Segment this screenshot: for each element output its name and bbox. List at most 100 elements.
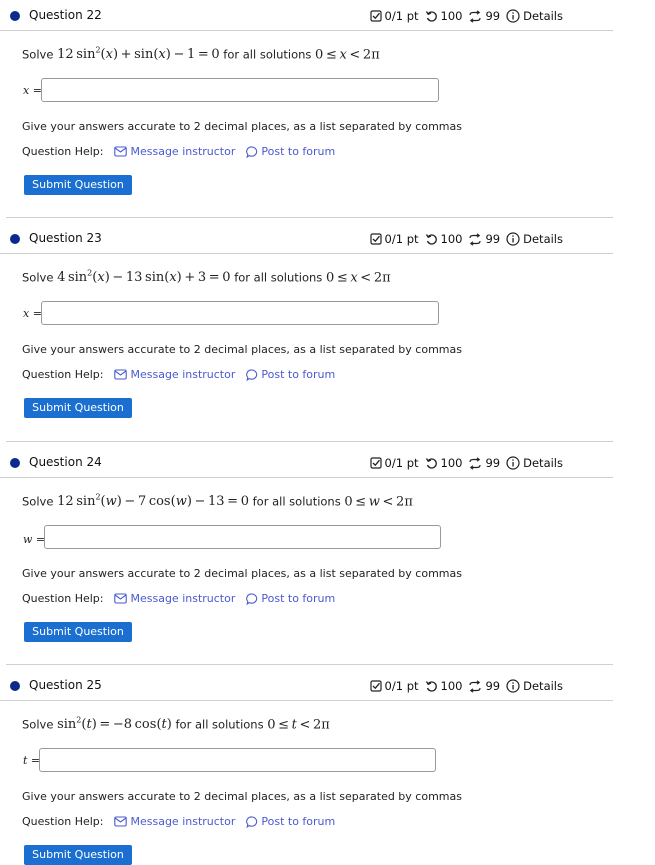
answer-label: x = — [23, 84, 42, 97]
question-status-dot — [10, 234, 20, 244]
question-status-dot — [10, 11, 20, 21]
message-instructor-link[interactable]: Message instructor — [114, 145, 235, 158]
problem-statement: Solve 12 sin2(w) − 7 cos(w) − 13 = 0 for… — [22, 493, 413, 509]
retries-indicator: 99 — [468, 232, 500, 246]
question-status-dot — [10, 458, 20, 468]
equation: 12 sin2(x) + sin(x) − 1 = 0 — [57, 46, 220, 63]
mail-icon — [114, 816, 128, 827]
chat-bubble-icon — [246, 815, 258, 828]
retries-text: 99 — [485, 679, 501, 693]
points-indicator: 0/1 pt — [369, 456, 419, 470]
checkbox-icon — [369, 10, 382, 22]
checkbox-icon — [369, 457, 382, 469]
info-icon — [506, 9, 520, 23]
post-to-forum-link[interactable]: Post to forum — [246, 592, 335, 605]
instructions: Give your answers accurate to 2 decimal … — [22, 790, 462, 803]
question-title: Question 25 — [29, 678, 102, 692]
checkbox-icon — [369, 233, 382, 245]
solution-range: 0 ≤ x < 2π — [315, 47, 380, 63]
help-label: Question Help: — [22, 368, 104, 381]
retries-text: 99 — [485, 456, 501, 470]
retry-icon — [469, 679, 482, 693]
equation: sin2(t) = −8 cos(t) — [57, 716, 172, 733]
submit-question-button[interactable]: Submit Question — [24, 175, 132, 195]
undo-icon — [425, 10, 437, 22]
details-text[interactable]: Details — [523, 679, 563, 693]
answer-label: x = — [23, 307, 42, 320]
help-label: Question Help: — [22, 592, 104, 605]
details-text[interactable]: Details — [523, 9, 563, 23]
retry-icon — [469, 232, 482, 246]
answer-input[interactable] — [41, 301, 439, 325]
problem-suffix: for all solutions — [252, 494, 341, 509]
mail-icon — [114, 146, 128, 157]
problem-statement: Solve sin2(t) = −8 cos(t) for all soluti… — [22, 716, 330, 732]
question-header: Question 23 0/1 pt 100 99 Details — [0, 225, 613, 254]
post-to-forum-link[interactable]: Post to forum — [246, 145, 335, 158]
message-instructor-link[interactable]: Message instructor — [114, 368, 235, 381]
details-link[interactable]: Details — [506, 679, 563, 693]
answer-input[interactable] — [41, 78, 439, 102]
message-instructor-link[interactable]: Message instructor — [114, 592, 235, 605]
answer-label: t = — [23, 754, 41, 767]
instructions: Give your answers accurate to 2 decimal … — [22, 120, 462, 133]
problem-prefix: Solve — [22, 717, 54, 732]
retry-icon — [469, 9, 482, 23]
post-to-forum-link[interactable]: Post to forum — [246, 815, 335, 828]
mail-icon — [114, 369, 128, 380]
question-header: Question 24 0/1 pt 100 99 Details — [0, 449, 613, 478]
details-text[interactable]: Details — [523, 232, 563, 246]
message-instructor-link[interactable]: Message instructor — [114, 815, 235, 828]
points-indicator: 0/1 pt — [369, 679, 419, 693]
attempts-indicator: 100 — [425, 232, 463, 246]
points-text: 0/1 pt — [384, 456, 419, 470]
details-link[interactable]: Details — [506, 456, 563, 470]
instructions: Give your answers accurate to 2 decimal … — [22, 567, 462, 580]
undo-icon — [425, 457, 437, 469]
retries-indicator: 99 — [468, 9, 500, 23]
points-text: 0/1 pt — [384, 679, 419, 693]
retries-text: 99 — [485, 9, 501, 23]
question-title: Question 22 — [29, 8, 102, 22]
divider — [6, 441, 613, 442]
problem-prefix: Solve — [22, 270, 54, 285]
retries-text: 99 — [485, 232, 501, 246]
retries-indicator: 99 — [468, 679, 500, 693]
details-text[interactable]: Details — [523, 456, 563, 470]
info-icon — [506, 232, 520, 246]
question-help: Question Help: Message instructor Post t… — [22, 815, 335, 828]
question-title: Question 23 — [29, 231, 102, 245]
info-icon — [506, 679, 520, 693]
problem-prefix: Solve — [22, 47, 54, 62]
details-link[interactable]: Details — [506, 232, 563, 246]
problem-suffix: for all solutions — [234, 270, 323, 285]
answer-input[interactable] — [44, 525, 441, 549]
help-label: Question Help: — [22, 815, 104, 828]
points-indicator: 0/1 pt — [369, 9, 419, 23]
info-icon — [506, 456, 520, 470]
attempts-text: 100 — [440, 232, 463, 246]
checkbox-icon — [369, 680, 382, 692]
details-link[interactable]: Details — [506, 9, 563, 23]
question-help: Question Help: Message instructor Post t… — [22, 368, 335, 381]
answer-input[interactable] — [39, 748, 436, 772]
instructions: Give your answers accurate to 2 decimal … — [22, 343, 462, 356]
divider — [6, 664, 613, 665]
attempts-indicator: 100 — [425, 9, 462, 23]
points-text: 0/1 pt — [384, 232, 419, 246]
question-help: Question Help: Message instructor Post t… — [22, 145, 335, 158]
problem-statement: Solve 12 sin2(x) + sin(x) − 1 = 0 for al… — [22, 46, 380, 62]
post-to-forum-link[interactable]: Post to forum — [246, 368, 335, 381]
submit-question-button[interactable]: Submit Question — [24, 398, 132, 418]
question-status-dot — [10, 681, 20, 691]
submit-question-button[interactable]: Submit Question — [24, 622, 132, 642]
undo-icon — [425, 233, 437, 245]
chat-bubble-icon — [246, 368, 258, 381]
question-title: Question 24 — [29, 455, 102, 469]
submit-question-button[interactable]: Submit Question — [24, 845, 132, 865]
question-meta: 0/1 pt 100 99 Details — [369, 679, 563, 693]
question-meta: 0/1 pt 100 99 Details — [369, 456, 563, 470]
points-indicator: 0/1 pt — [369, 232, 419, 246]
retries-indicator: 99 — [468, 456, 500, 470]
attempts-text: 100 — [440, 679, 463, 693]
